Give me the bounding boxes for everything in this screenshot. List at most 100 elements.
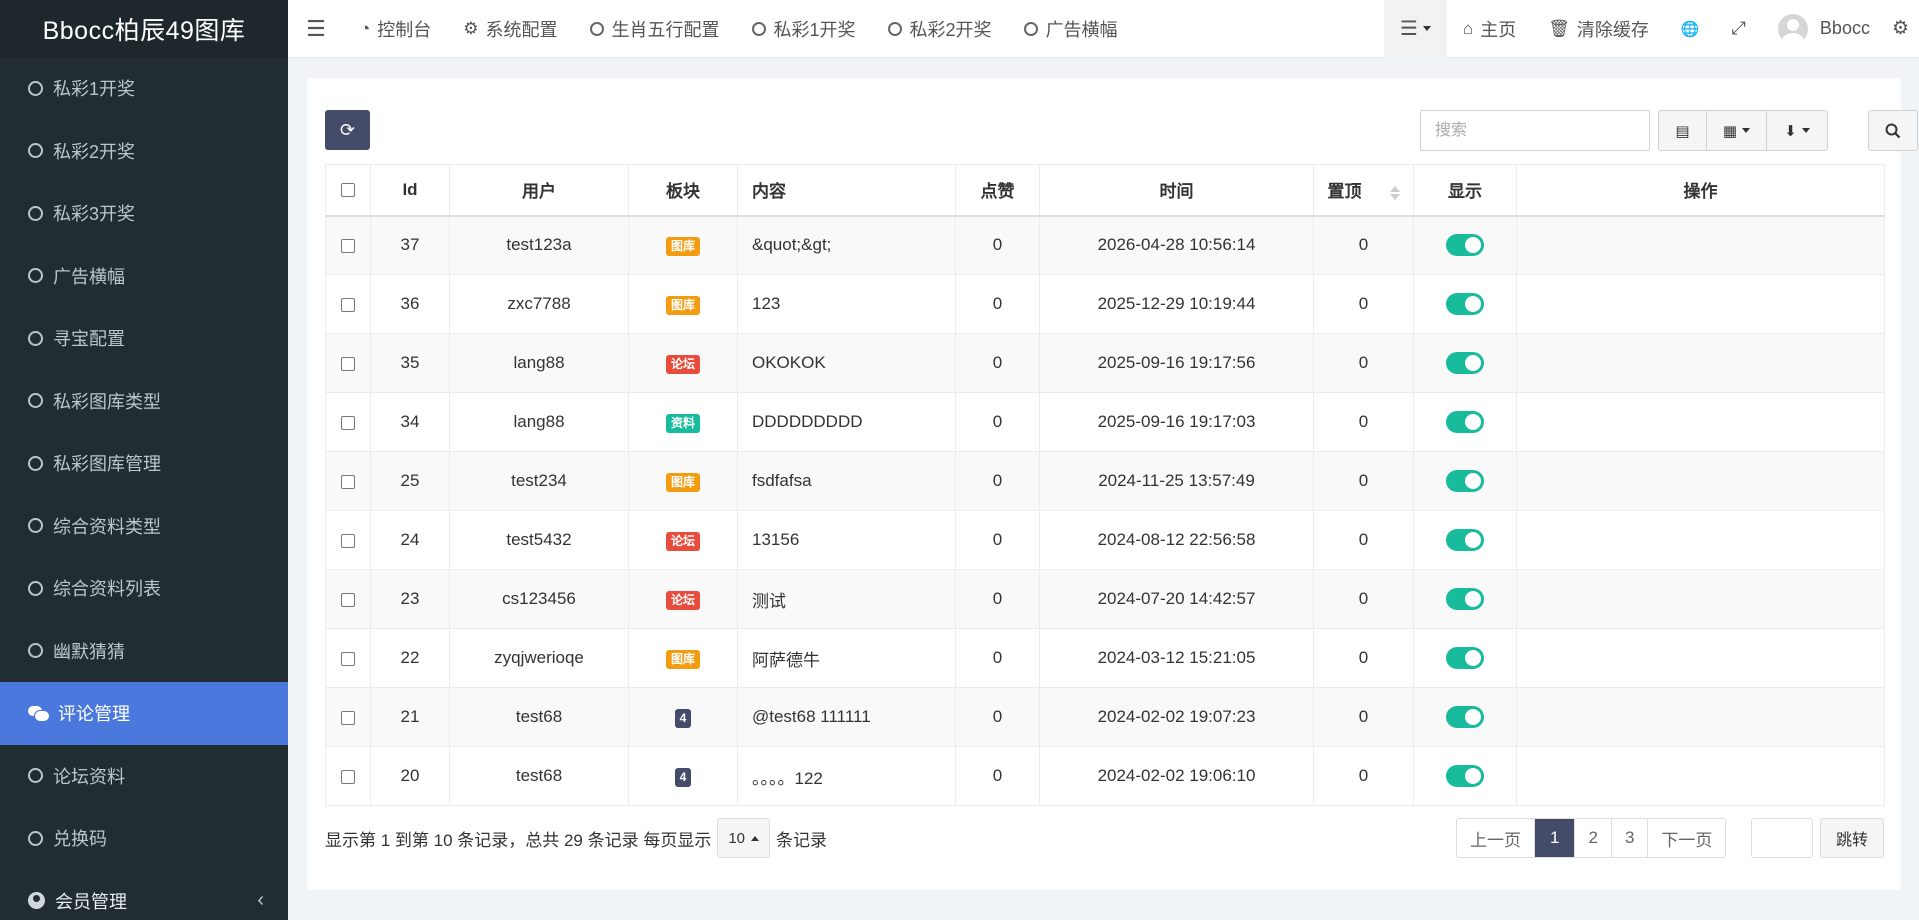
page-button[interactable]: 3: [1612, 819, 1649, 857]
sidebar-item[interactable]: 综合资料列表: [0, 557, 288, 620]
circle-icon: [28, 580, 43, 596]
sidebar-item[interactable]: 兑换码: [0, 807, 288, 870]
row-checkbox[interactable]: [341, 592, 355, 607]
sidebar-item[interactable]: 评论管理: [0, 682, 288, 745]
table-row[interactable]: 35 lang88 论坛 OKOKOK 0 2025-09-16 19:17:56 0: [325, 333, 1885, 393]
top-tab[interactable]: 私彩1开奖: [736, 0, 872, 58]
refresh-button[interactable]: ⟳: [325, 110, 370, 150]
sidebar-item[interactable]: 论坛资料: [0, 745, 288, 808]
jump-button[interactable]: 跳转: [1820, 818, 1884, 858]
page-size-select[interactable]: 10: [717, 818, 771, 858]
clear-cache-button[interactable]: 🗑 清除缓存: [1532, 0, 1665, 58]
circle-icon: [28, 268, 43, 284]
sidebar-item[interactable]: 综合资料类型: [0, 495, 288, 558]
nav-list-dropdown[interactable]: ☰: [1384, 0, 1447, 58]
show-toggle[interactable]: [1446, 352, 1484, 374]
col-likes[interactable]: 点赞: [955, 164, 1040, 217]
table-row[interactable]: 36 zxc7788 图库 123 0 2025-12-29 10:19:44 0: [325, 274, 1885, 334]
row-checkbox[interactable]: [341, 297, 355, 312]
sidebar-item[interactable]: 幽默猜猜: [0, 620, 288, 683]
row-checkbox[interactable]: [341, 651, 355, 666]
table-row[interactable]: 20 test68 4 。。。。122 0 2024-02-02 19:06:10 0: [325, 746, 1885, 806]
sidebar-item[interactable]: 广告横幅: [0, 245, 288, 308]
col-top[interactable]: 置顶: [1313, 164, 1414, 217]
row-checkbox[interactable]: [341, 533, 355, 548]
show-toggle[interactable]: [1446, 765, 1484, 787]
sidebar-item[interactable]: 寻宝配置: [0, 307, 288, 370]
language-icon[interactable]: 🌐: [1665, 0, 1716, 58]
top-tab[interactable]: ◔ 控制台: [344, 0, 447, 58]
row-checkbox[interactable]: [341, 415, 355, 430]
pagination: 上一页 1 2 3 下一页: [1456, 818, 1727, 858]
cell-ops: [1516, 392, 1885, 452]
table-row[interactable]: 23 cs123456 论坛 测试 0 2024-07-20 14:42:57 0: [325, 569, 1885, 629]
export-dropdown[interactable]: ⬇: [1767, 111, 1827, 150]
cell-user: test234: [449, 451, 629, 511]
col-id[interactable]: Id: [370, 164, 450, 217]
jump-page-input[interactable]: [1751, 818, 1813, 858]
page-button[interactable]: 1: [1535, 819, 1576, 857]
sidebar-group-members[interactable]: 会员管理 ‹: [0, 869, 288, 920]
row-checkbox[interactable]: [341, 710, 355, 725]
show-toggle[interactable]: [1446, 588, 1484, 610]
toggle-view-button[interactable]: ▤: [1659, 111, 1707, 150]
col-content[interactable]: 内容: [737, 164, 956, 217]
show-toggle[interactable]: [1446, 411, 1484, 433]
prev-page-button[interactable]: 上一页: [1457, 819, 1535, 857]
export-icon: ⬇: [1784, 122, 1797, 140]
cell-user: test68: [449, 687, 629, 747]
row-checkbox[interactable]: [341, 474, 355, 489]
columns-dropdown[interactable]: ▦: [1707, 111, 1767, 150]
table-row[interactable]: 34 lang88 资料 DDDDDDDDD 0 2025-09-16 19:17:03 0: [325, 392, 1885, 452]
cell-content: DDDDDDDDD: [737, 392, 956, 452]
table-row[interactable]: 21 test68 4 @test68 111111 0 2024-02-02 19:07…: [325, 687, 1885, 747]
row-checkbox[interactable]: [341, 769, 355, 784]
col-show[interactable]: 显示: [1413, 164, 1517, 217]
sidebar-item[interactable]: 私彩图库管理: [0, 432, 288, 495]
row-checkbox[interactable]: [341, 238, 355, 253]
cell-likes: 0: [955, 274, 1040, 334]
show-toggle[interactable]: [1446, 234, 1484, 257]
show-toggle[interactable]: [1446, 647, 1484, 669]
fullscreen-icon[interactable]: ⤢: [1716, 0, 1762, 58]
row-checkbox[interactable]: [341, 356, 355, 371]
search-button[interactable]: [1868, 110, 1918, 151]
user-menu[interactable]: Bbocc: [1762, 0, 1886, 58]
sidebar-item[interactable]: 私彩3开奖: [0, 182, 288, 245]
show-toggle[interactable]: [1446, 470, 1484, 492]
top-tab[interactable]: ⚙ 系统配置: [447, 0, 573, 58]
cell-likes: 0: [955, 451, 1040, 511]
table-row[interactable]: 22 zyqjwerioqe 图库 阿萨德牛 0 2024-03-12 15:21:05 0: [325, 628, 1885, 688]
cell-time: 2024-07-20 14:42:57: [1039, 569, 1314, 629]
col-user[interactable]: 用户: [449, 164, 629, 217]
row-select-cell: [325, 451, 371, 511]
circle-icon: [28, 205, 43, 221]
sidebar-item[interactable]: 私彩图库类型: [0, 370, 288, 433]
page-button[interactable]: 2: [1575, 819, 1612, 857]
menu-toggle-icon[interactable]: ☰: [288, 0, 344, 58]
home-link[interactable]: ⌂ 主页: [1447, 0, 1532, 58]
show-toggle[interactable]: [1446, 529, 1484, 551]
table-row[interactable]: 24 test5432 论坛 13156 0 2024-08-12 22:56:58 0: [325, 510, 1885, 570]
cell-section: 论坛: [628, 510, 738, 570]
home-label: 主页: [1480, 19, 1517, 40]
col-section[interactable]: 板块: [628, 164, 738, 217]
app-logo[interactable]: Bbocc柏辰49图库: [0, 0, 288, 58]
select-all-checkbox[interactable]: [341, 183, 355, 198]
sidebar-item[interactable]: 私彩2开奖: [0, 120, 288, 183]
top-tab[interactable]: 生肖五行配置: [574, 0, 736, 58]
table-row[interactable]: 25 test234 图库 fsdfafsa 0 2024-11-25 13:57:49 0: [325, 451, 1885, 511]
settings-gear-icon[interactable]: ⚙: [1886, 0, 1919, 58]
top-tab[interactable]: 私彩2开奖: [872, 0, 1008, 58]
table-row[interactable]: 37 test123a 图库 &quot;&gt; 0 2026-04-28 10:56:…: [325, 215, 1885, 275]
top-tab[interactable]: 广告横幅: [1008, 0, 1134, 58]
show-toggle[interactable]: [1446, 706, 1484, 728]
show-toggle[interactable]: [1446, 293, 1484, 315]
sidebar-item[interactable]: 私彩1开奖: [0, 57, 288, 120]
cell-section: 论坛: [628, 569, 738, 629]
next-page-button[interactable]: 下一页: [1648, 819, 1725, 857]
col-time[interactable]: 时间: [1039, 164, 1314, 217]
cell-likes: 0: [955, 746, 1040, 806]
circle-icon: [751, 21, 766, 36]
search-input[interactable]: [1420, 110, 1650, 151]
